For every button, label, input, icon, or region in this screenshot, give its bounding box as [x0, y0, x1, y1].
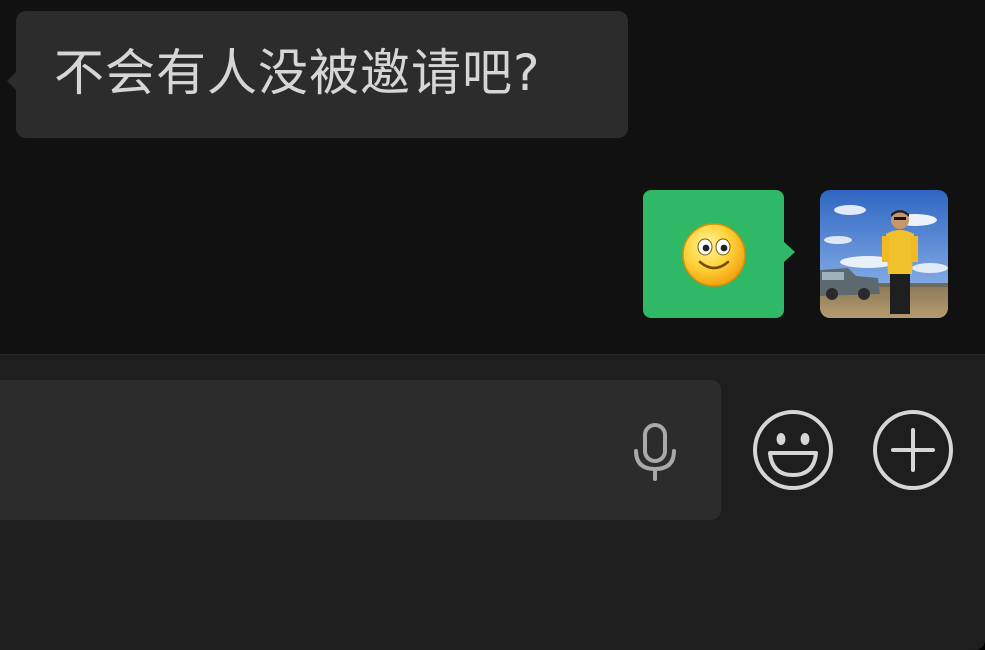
smile-emoji-icon [682, 223, 746, 287]
plus-circle-icon[interactable] [872, 409, 954, 491]
message-list[interactable]: 不会有人没被邀请吧? [0, 0, 985, 355]
avatar-photo [820, 190, 948, 318]
message-input[interactable] [0, 380, 721, 520]
chat-screen: 不会有人没被邀请吧? [0, 0, 985, 650]
outgoing-message-bubble[interactable] [643, 190, 795, 318]
microphone-icon[interactable] [632, 423, 678, 481]
input-bar [0, 355, 985, 650]
smiley-face-icon[interactable] [752, 409, 834, 491]
user-avatar[interactable] [820, 190, 948, 318]
incoming-message-bubble[interactable]: 不会有人没被邀请吧? [7, 11, 628, 138]
incoming-message-text: 不会有人没被邀请吧? [54, 43, 541, 102]
